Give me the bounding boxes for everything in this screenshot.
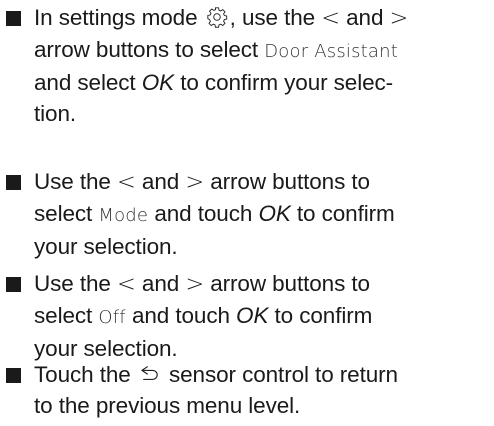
ok-key-label: OK <box>258 201 291 226</box>
display-menu-option: Door Assistant <box>264 41 399 62</box>
text-run: tion. <box>34 101 77 126</box>
text-run: and select <box>34 70 142 95</box>
text-run: Use the <box>34 271 117 296</box>
right-arrow-symbol: > <box>185 169 205 195</box>
text-run: arrow buttons to select <box>34 37 265 62</box>
display-menu-option: Mode <box>98 205 149 226</box>
step-select-door-assistant: In settings mode , use the < and > arrow … <box>0 2 494 129</box>
text-run: Touch the <box>34 362 137 387</box>
text-run: In settings mode <box>34 5 204 30</box>
back-arrow-icon <box>141 366 158 380</box>
display-menu-option: Off <box>98 307 126 328</box>
square-bullet-icon <box>6 175 21 190</box>
square-bullet-icon <box>6 277 21 292</box>
step-text: Use the < and > arrow buttons to select O… <box>34 271 372 361</box>
text-run: sensor control to return <box>162 362 398 387</box>
step-text: Touch the sensor control to return to the… <box>34 362 398 418</box>
text-run: arrow buttons to <box>204 169 370 194</box>
text-run: and touch <box>148 201 259 226</box>
text-run: to the previous menu level. <box>34 393 301 418</box>
text-run: and <box>135 169 186 194</box>
text-run: arrow buttons to <box>204 271 370 296</box>
right-arrow-symbol: > <box>389 5 409 31</box>
text-run: and <box>135 271 186 296</box>
text-run: and <box>339 5 390 30</box>
square-bullet-icon <box>6 368 21 383</box>
step-text: In settings mode , use the < and > arrow … <box>34 5 408 126</box>
right-arrow-symbol: > <box>185 271 205 297</box>
text-run: Use the <box>34 169 117 194</box>
step-return-previous-menu: Touch the sensor control to return to the… <box>0 359 494 421</box>
text-run: your selection. <box>34 234 178 259</box>
text-run: select <box>34 201 99 226</box>
text-run: to confirm <box>268 303 373 328</box>
text-run: to confirm your selec- <box>174 70 394 95</box>
text-run: , use the <box>229 5 322 30</box>
step-select-mode: Use the < and > arrow buttons to select M… <box>0 166 494 262</box>
left-arrow-symbol: < <box>321 5 340 31</box>
text-run: and touch <box>125 303 237 328</box>
square-bullet-icon <box>6 11 21 26</box>
text-run: your selection. <box>34 336 178 361</box>
left-arrow-symbol: < <box>117 271 136 297</box>
step-text: Use the < and > arrow buttons to select M… <box>34 169 395 259</box>
ok-key-label: OK <box>236 303 269 328</box>
text-run: to confirm <box>290 201 395 226</box>
gear-icon <box>207 7 227 28</box>
left-arrow-symbol: < <box>117 169 136 195</box>
text-run: select <box>34 303 99 328</box>
step-select-off: Use the < and > arrow buttons to select O… <box>0 268 494 364</box>
ok-key-label: OK <box>141 70 175 95</box>
